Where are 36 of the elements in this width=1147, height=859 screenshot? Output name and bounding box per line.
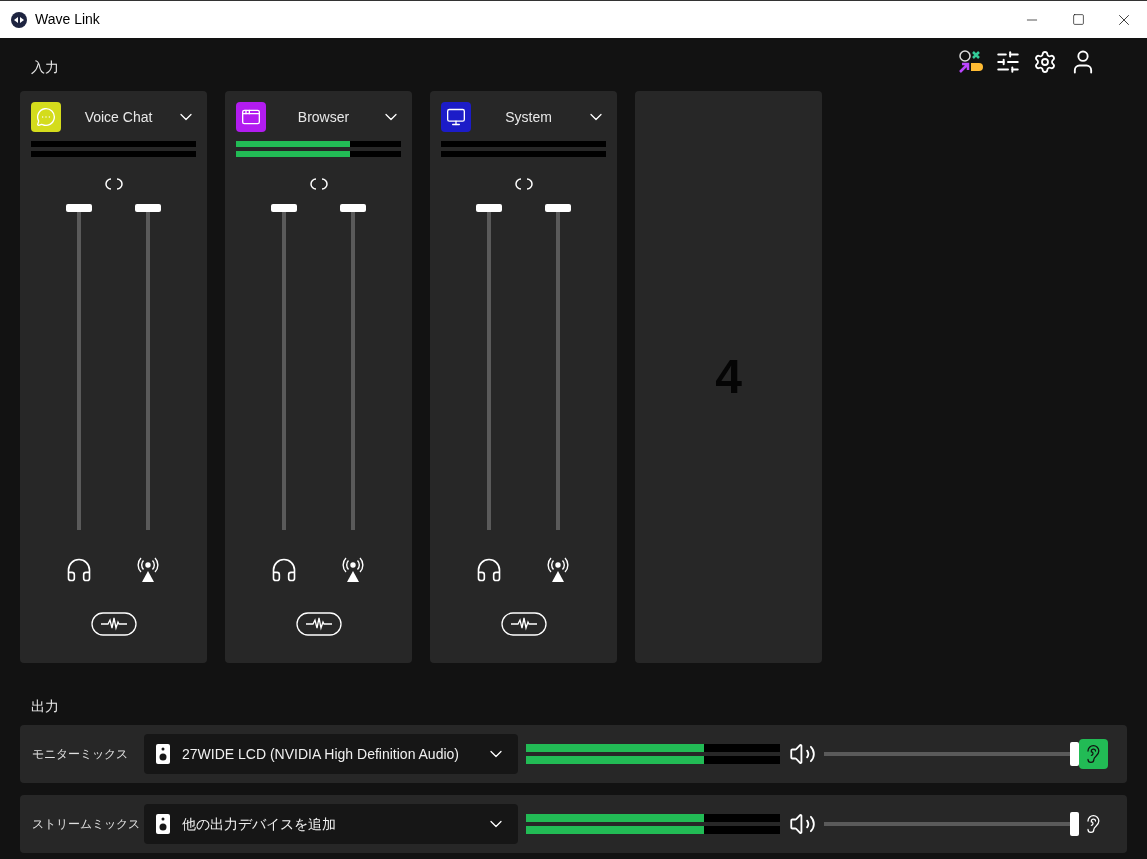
fader-handle[interactable] xyxy=(339,204,366,212)
volume-handle[interactable] xyxy=(1070,812,1080,836)
settings-icon[interactable] xyxy=(1033,49,1057,74)
volume-slider-track[interactable] xyxy=(824,822,1071,826)
channel-name: Browser xyxy=(296,107,351,127)
device-name: 27WIDE LCD (NVIDIA High Definition Audio) xyxy=(182,744,460,764)
fader-handle[interactable] xyxy=(134,204,161,212)
speaker-icon xyxy=(156,814,170,834)
link-icon[interactable] xyxy=(308,178,329,190)
volume-handle[interactable] xyxy=(1070,742,1080,766)
volume-slider-track[interactable] xyxy=(824,752,1071,756)
listen-toggle[interactable] xyxy=(1078,739,1108,769)
section-heading: 入力 xyxy=(31,58,59,77)
sliders-icon[interactable] xyxy=(995,48,1021,75)
device-name: 他の出力デバイスを追加 xyxy=(182,814,337,834)
mix-label: ストリームミックス xyxy=(32,816,141,833)
waveform-button-icon[interactable] xyxy=(90,612,137,636)
fader-handle[interactable] xyxy=(271,204,298,212)
mix-label: モニターミックス xyxy=(32,746,129,763)
app-logo-icon xyxy=(10,10,28,29)
speaker-icon xyxy=(156,744,170,764)
channel-name: Voice Chat xyxy=(83,107,154,127)
link-icon[interactable] xyxy=(513,178,534,190)
window-title: Wave Link xyxy=(35,10,100,29)
waveform-button-icon[interactable] xyxy=(500,612,547,636)
maximize-icon[interactable] xyxy=(1071,13,1085,26)
channel-name: System xyxy=(504,107,553,127)
colorful-plugin-icon[interactable] xyxy=(957,48,983,75)
link-icon[interactable] xyxy=(103,178,124,190)
output-device-dropdown[interactable]: 27WIDE LCD (NVIDIA High Definition Audio) xyxy=(144,734,518,774)
fader-handle[interactable] xyxy=(66,204,93,212)
fader-handle[interactable] xyxy=(544,204,571,212)
output-device-dropdown[interactable]: 他の出力デバイスを追加 xyxy=(144,804,518,844)
section-heading: 出力 xyxy=(31,697,60,716)
waveform-button-icon[interactable] xyxy=(295,612,342,636)
fader-handle[interactable] xyxy=(476,204,503,212)
